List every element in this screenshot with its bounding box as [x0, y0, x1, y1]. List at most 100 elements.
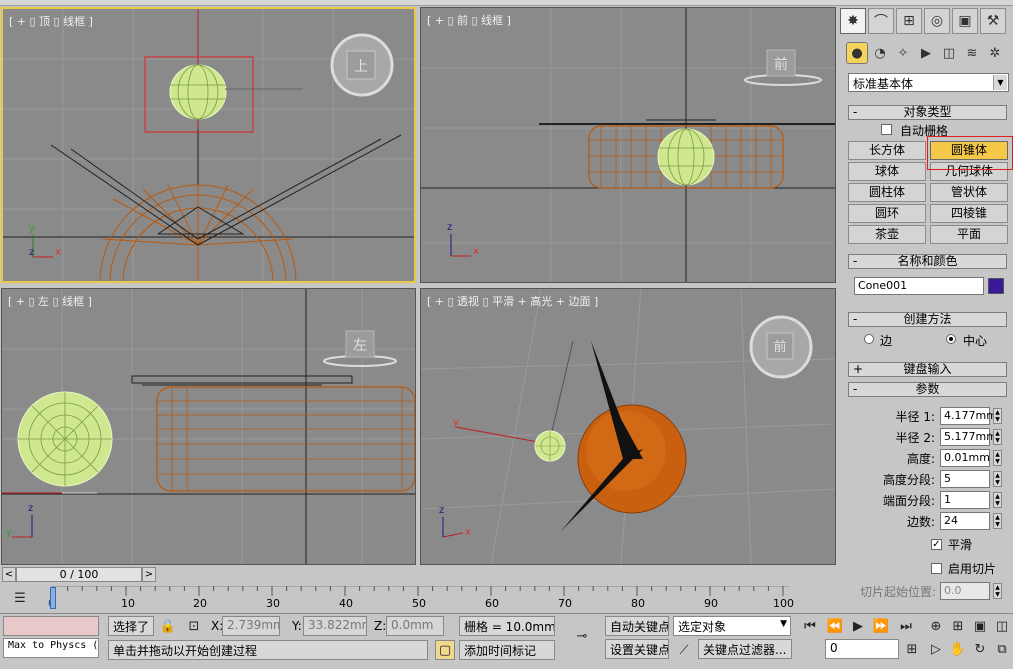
- systems-icon[interactable]: ✲: [984, 42, 1006, 64]
- z-coord-input[interactable]: 0.0mm: [386, 616, 444, 636]
- viewport-front-label[interactable]: [ + ▯ 前 ▯ 线框 ]: [427, 12, 511, 28]
- slice-on-checkbox[interactable]: [931, 563, 942, 574]
- box-button[interactable]: 长方体: [848, 141, 926, 160]
- selection-set-arrow-icon[interactable]: ▼: [780, 619, 787, 629]
- plane-button[interactable]: 平面: [930, 225, 1008, 244]
- maximize-viewport-icon[interactable]: ⧉: [992, 639, 1012, 659]
- viewport-perspective-label[interactable]: [ + ▯ 透视 ▯ 平滑 + 高光 + 边面 ]: [427, 293, 598, 309]
- orbit-icon[interactable]: ↻: [970, 639, 990, 659]
- utilities-tab-icon[interactable]: ⚒: [980, 8, 1006, 34]
- zoom-all-icon[interactable]: ⊞: [948, 616, 968, 636]
- hierarchy-tab-icon[interactable]: ⊞: [896, 8, 922, 34]
- rollout-keyboard-entry[interactable]: + 键盘输入: [848, 362, 1007, 377]
- goto-end-icon[interactable]: ⏭: [896, 616, 916, 636]
- lights-icon[interactable]: ✧: [892, 42, 914, 64]
- zoom-extents-icon[interactable]: ▣: [970, 616, 990, 636]
- rollout-creation-method[interactable]: - 创建方法: [848, 312, 1007, 327]
- pyramid-button[interactable]: 四棱锥: [930, 204, 1008, 223]
- time-slider[interactable]: 0 / 100: [16, 567, 142, 582]
- radius2-label: 半径 2:: [895, 431, 936, 445]
- height-segments-spinner[interactable]: ▲ ▼: [993, 471, 1002, 487]
- viewport-front[interactable]: 前 x z [ + ▯ 前 ▯ 线框 ]: [420, 7, 836, 283]
- tick-label-60: 60: [485, 597, 499, 610]
- modify-tab-icon[interactable]: ⌒: [868, 8, 894, 34]
- lock-icon[interactable]: 🔒: [158, 616, 178, 636]
- auto-key-button[interactable]: 自动关键点: [605, 616, 669, 636]
- teapot-button[interactable]: 茶壶: [848, 225, 926, 244]
- time-next-button[interactable]: >: [142, 567, 156, 582]
- sides-spinner[interactable]: ▲ ▼: [993, 513, 1002, 529]
- radius2-spinner[interactable]: ▲ ▼: [993, 429, 1002, 445]
- sides-input[interactable]: 24: [940, 512, 990, 530]
- slice-from-spinner[interactable]: ▲ ▼: [993, 583, 1002, 599]
- shapes-icon[interactable]: ◔: [869, 42, 891, 64]
- smooth-checkbox[interactable]: ✓: [931, 539, 942, 550]
- time-tag-icon[interactable]: ▢: [435, 640, 455, 660]
- height-segments-input[interactable]: 5: [940, 470, 990, 488]
- spacewarps-icon[interactable]: ≋: [961, 42, 983, 64]
- torus-button[interactable]: 圆环: [848, 204, 926, 223]
- helpers-icon[interactable]: ◫: [938, 42, 960, 64]
- center-radio[interactable]: [946, 334, 956, 344]
- slice-from-input[interactable]: 0.0: [940, 582, 990, 600]
- geometry-icon[interactable]: ●: [846, 42, 868, 64]
- rollout-name-color[interactable]: - 名称和颜色: [848, 254, 1007, 269]
- maxscript-listener-input[interactable]: Max to Physcs (: [3, 638, 99, 658]
- viewport-perspective[interactable]: 前 x z y [ + ▯ 透视 ▯ 平滑 + 高光 + 边面 ]: [420, 288, 836, 565]
- display-tab-icon[interactable]: ▣: [952, 8, 978, 34]
- zoom-extents-all-icon[interactable]: ◫: [992, 616, 1012, 636]
- radius1-input[interactable]: 4.177mm: [940, 407, 997, 425]
- viewcube-front-text[interactable]: 前: [774, 56, 788, 73]
- viewcube-top-text[interactable]: 上: [354, 59, 368, 75]
- pan-icon[interactable]: ✋: [948, 639, 968, 659]
- viewport-top[interactable]: 上 x y z [ + ▯ 顶 ▯ 线框 ]: [1, 7, 416, 283]
- play-icon[interactable]: ▶: [848, 616, 868, 636]
- y-coord-input[interactable]: 33.822mm: [303, 616, 367, 636]
- zoom-icon[interactable]: ⊕: [926, 616, 946, 636]
- selection-set-dropdown[interactable]: 选定对象 ▼: [673, 616, 791, 636]
- rollout-object-type[interactable]: - 对象类型: [848, 105, 1007, 120]
- dropdown-arrow-icon[interactable]: ▼: [993, 75, 1007, 90]
- edge-radio[interactable]: [864, 334, 874, 344]
- radius1-spinner[interactable]: ▲ ▼: [993, 408, 1002, 424]
- cap-segments-spinner[interactable]: ▲ ▼: [993, 492, 1002, 508]
- radius2-input[interactable]: 5.177mm: [940, 428, 997, 446]
- track-bar[interactable]: ☰ 0 10 20 30 40 50 60 70 80 90 100: [0, 586, 838, 613]
- cameras-icon[interactable]: ▶: [915, 42, 937, 64]
- object-color-swatch[interactable]: [988, 278, 1004, 294]
- goto-start-icon[interactable]: ⏮: [800, 616, 820, 636]
- key-filters-button[interactable]: 关键点过滤器...: [698, 639, 792, 659]
- autogrid-checkbox[interactable]: [881, 124, 892, 135]
- viewport-top-label[interactable]: [ + ▯ 顶 ▯ 线框 ]: [9, 13, 93, 29]
- time-cursor[interactable]: [50, 587, 56, 609]
- rollout-parameters[interactable]: - 参数: [848, 382, 1007, 397]
- tube-button[interactable]: 管状体: [930, 183, 1008, 202]
- cap-segments-input[interactable]: 1: [940, 491, 990, 509]
- add-time-tag-button[interactable]: 添加时间标记: [459, 640, 555, 660]
- time-config-icon[interactable]: ⊞: [902, 639, 922, 659]
- absolute-mode-icon[interactable]: ⊡: [184, 616, 204, 636]
- category-dropdown[interactable]: 标准基本体 ▼: [848, 73, 1009, 92]
- time-prev-button[interactable]: <: [2, 567, 16, 582]
- maxscript-listener-top[interactable]: [3, 616, 99, 636]
- viewport-left[interactable]: 左 y z [ + ▯ 左 ▯ 线框 ]: [1, 288, 416, 565]
- viewcube-left-text[interactable]: 左: [353, 338, 367, 354]
- height-input[interactable]: 0.01mm: [940, 449, 990, 467]
- field-of-view-icon[interactable]: ▷: [926, 639, 946, 659]
- rollout-creation-method-title: 创建方法: [903, 312, 952, 326]
- next-frame-icon[interactable]: ⏩: [871, 616, 891, 636]
- key-tangent-icon[interactable]: ⟋: [674, 640, 694, 660]
- viewport-left-label[interactable]: [ + ▯ 左 ▯ 线框 ]: [8, 293, 92, 309]
- key-mode-icon[interactable]: ⊸: [566, 626, 598, 646]
- x-coord-input[interactable]: 2.739mm: [222, 616, 280, 636]
- set-key-button[interactable]: 设置关键点: [605, 639, 669, 659]
- sphere-button[interactable]: 球体: [848, 162, 926, 181]
- create-tab-icon[interactable]: ✸: [840, 8, 866, 34]
- cylinder-button[interactable]: 圆柱体: [848, 183, 926, 202]
- motion-tab-icon[interactable]: ◎: [924, 8, 950, 34]
- height-spinner[interactable]: ▲ ▼: [993, 450, 1002, 466]
- object-name-input[interactable]: Cone001: [854, 277, 984, 295]
- viewcube-persp-text[interactable]: 前: [773, 339, 786, 355]
- prev-frame-icon[interactable]: ⏪: [825, 616, 845, 636]
- current-frame-input[interactable]: 0: [825, 639, 899, 659]
